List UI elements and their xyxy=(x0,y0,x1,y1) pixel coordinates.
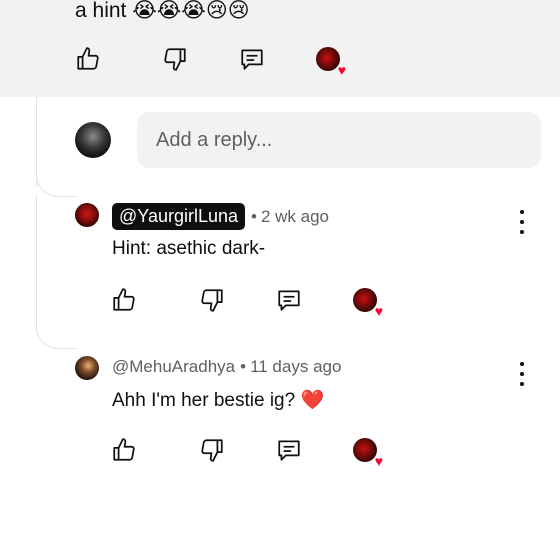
parent-comment-text-tail: a hint xyxy=(75,0,127,22)
comment-text-content: Ahh I'm her bestie ig? xyxy=(112,390,296,411)
thumbs-up-icon xyxy=(113,438,135,461)
more-vertical-icon[interactable] xyxy=(517,362,527,386)
creator-heart-badge: ♥ xyxy=(316,47,346,77)
more-vertical-icon[interactable] xyxy=(517,210,527,234)
like-button[interactable] xyxy=(74,45,102,73)
creator-avatar xyxy=(316,47,340,71)
dislike-button[interactable] xyxy=(161,45,189,73)
reply-button[interactable] xyxy=(238,45,266,73)
comment-header: @MehuAradhya • 11 days ago xyxy=(112,357,341,377)
thumbs-down-icon xyxy=(201,439,223,462)
creator-avatar xyxy=(353,438,377,462)
comment-text: Ahh I'm her bestie ig? ❤️ xyxy=(112,388,324,412)
parent-comment-emojis: 😭😭😭😢😢 xyxy=(132,0,250,22)
dislike-button[interactable] xyxy=(198,436,226,464)
comment-icon xyxy=(278,290,300,311)
avatar[interactable] xyxy=(75,203,99,227)
parent-comment-text: a hint 😭😭😭😢😢 xyxy=(75,0,250,25)
thread-connector xyxy=(36,322,77,349)
heart-icon: ♥ xyxy=(337,62,346,78)
separator-dot: • xyxy=(240,357,247,376)
thumbs-down-icon xyxy=(164,48,186,71)
creator-avatar xyxy=(353,288,377,312)
thumbs-up-icon xyxy=(77,47,99,70)
user-handle[interactable]: @MehuAradhya xyxy=(112,357,235,377)
comment-header: @YaurgirlLuna • 2 wk ago xyxy=(112,203,329,230)
separator-dot: • xyxy=(251,206,257,226)
reply-input[interactable] xyxy=(137,112,541,168)
parent-comment-panel: a hint 😭😭😭😢😢 ♥ xyxy=(0,0,560,97)
thread-line xyxy=(36,195,37,325)
heart-icon: ♥ xyxy=(374,453,383,469)
comment-heart-emoji: ❤️ xyxy=(300,389,325,411)
creator-heart-badge: ♥ xyxy=(353,438,383,468)
comment-text: Hint: asethic dark- xyxy=(112,238,266,259)
creator-heart-badge: ♥ xyxy=(353,288,383,318)
creator-handle-badge[interactable]: @YaurgirlLuna xyxy=(112,203,246,230)
comment-icon xyxy=(241,49,263,70)
current-user-avatar xyxy=(75,122,111,158)
reply-button[interactable] xyxy=(275,436,303,464)
thread-connector xyxy=(36,170,77,197)
dislike-button[interactable] xyxy=(198,286,226,314)
like-button[interactable] xyxy=(110,286,138,314)
comment-icon xyxy=(278,440,300,461)
comment-timestamp: 11 days ago xyxy=(250,357,342,376)
like-button[interactable] xyxy=(110,436,138,464)
thumbs-up-icon xyxy=(113,288,135,311)
avatar[interactable] xyxy=(75,356,99,380)
heart-icon: ♥ xyxy=(374,303,383,319)
reply-button[interactable] xyxy=(275,286,303,314)
thumbs-down-icon xyxy=(201,289,223,312)
comment-timestamp: 2 wk ago xyxy=(260,206,330,226)
